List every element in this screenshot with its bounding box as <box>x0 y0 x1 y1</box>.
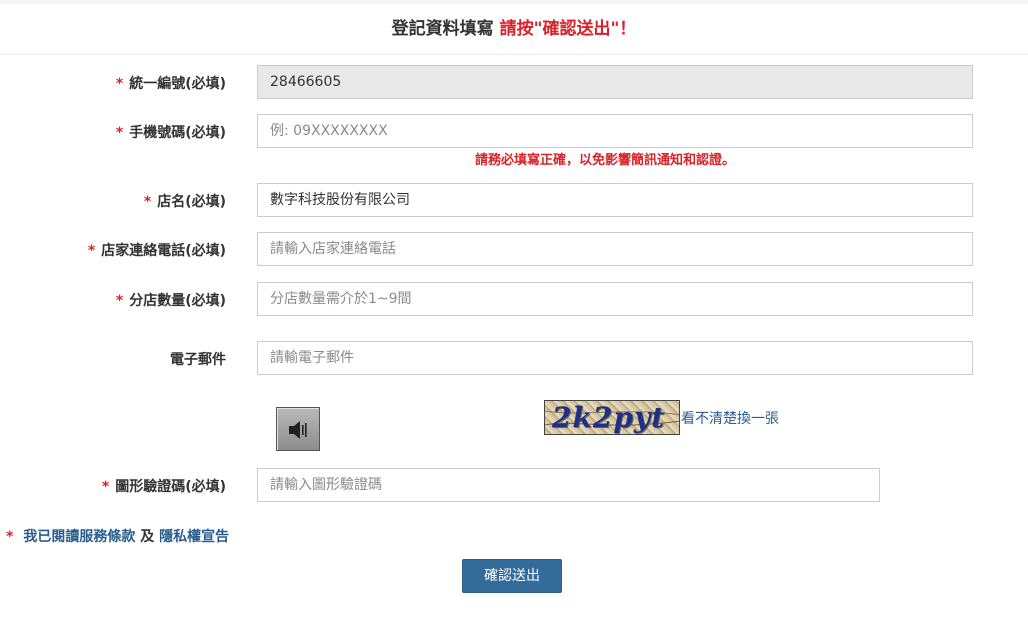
required-mark: * <box>6 529 14 545</box>
captcha-refresh-link[interactable]: 看不清楚換一張 <box>681 408 779 428</box>
branch-count-label-text: 分店數量(必填) <box>129 293 226 309</box>
captcha-audio-button[interactable] <box>276 407 320 451</box>
tax-id-value: 28466605 <box>270 74 342 90</box>
branch-count-placeholder: 分店數量需介於1~9間 <box>270 291 412 307</box>
email-placeholder: 請輸電子郵件 <box>270 350 354 366</box>
page-title-highlight: 請按"確認送出"！ <box>499 19 637 39</box>
captcha-placeholder: 請輸入圖形驗證碼 <box>270 477 382 493</box>
mobile-input[interactable]: 例: 09XXXXXXXX <box>257 114 973 148</box>
speaker-icon <box>289 421 307 439</box>
captcha-text: 2k2pyt <box>552 401 666 434</box>
store-phone-input[interactable]: 請輸入店家連絡電話 <box>257 232 973 266</box>
store-phone-label: * 店家連絡電話(必填) <box>88 240 226 260</box>
store-phone-placeholder: 請輸入店家連絡電話 <box>270 241 396 257</box>
required-mark: * <box>101 479 110 495</box>
store-name-value: 數字科技股份有限公司 <box>270 192 410 208</box>
required-mark: * <box>115 293 124 309</box>
submit-button[interactable]: 確認送出 <box>462 559 562 593</box>
captcha-label-text: 圖形驗證碼(必填) <box>115 479 226 495</box>
mobile-label-text: 手機號碼(必填) <box>129 125 226 141</box>
email-label: 電子郵件 <box>170 349 226 369</box>
branch-count-input[interactable]: 分店數量需介於1~9間 <box>257 282 973 316</box>
store-name-input[interactable]: 數字科技股份有限公司 <box>257 183 973 217</box>
terms-agreement: * 我已閱讀服務條款 及 隱私權宣告 <box>6 526 229 546</box>
store-phone-label-text: 店家連絡電話(必填) <box>101 243 226 259</box>
required-mark: * <box>115 76 124 92</box>
captcha-image: 2k2pyt <box>544 400 680 435</box>
required-mark: * <box>115 125 124 141</box>
captcha-input[interactable]: 請輸入圖形驗證碼 <box>257 468 880 502</box>
tax-id-label: * 統一編號(必填) <box>116 73 226 93</box>
captcha-label: * 圖形驗證碼(必填) <box>102 476 226 496</box>
email-input[interactable]: 請輸電子郵件 <box>257 341 973 375</box>
email-label-text: 電子郵件 <box>170 352 226 368</box>
tax-id-label-text: 統一編號(必填) <box>129 76 226 92</box>
required-mark: * <box>87 243 96 259</box>
page-header: 登記資料填寫 請按"確認送出"！ <box>0 4 1028 55</box>
mobile-hint: 請務必填寫正確，以免影響簡訊通知和認證。 <box>475 153 736 168</box>
store-name-label-text: 店名(必填) <box>157 194 226 210</box>
branch-count-label: * 分店數量(必填) <box>116 290 226 310</box>
mobile-label: * 手機號碼(必填) <box>116 122 226 142</box>
privacy-policy-link[interactable]: 隱私權宣告 <box>159 529 229 545</box>
terms-of-service-link[interactable]: 我已閱讀服務條款 <box>23 529 135 545</box>
required-mark: * <box>143 194 152 210</box>
page-title: 登記資料填寫 <box>391 19 494 39</box>
tax-id-field[interactable]: 28466605 <box>257 65 973 99</box>
store-name-label: * 店名(必填) <box>144 191 226 211</box>
mobile-placeholder: 例: 09XXXXXXXX <box>270 123 388 139</box>
terms-and-text: 及 <box>140 529 155 545</box>
